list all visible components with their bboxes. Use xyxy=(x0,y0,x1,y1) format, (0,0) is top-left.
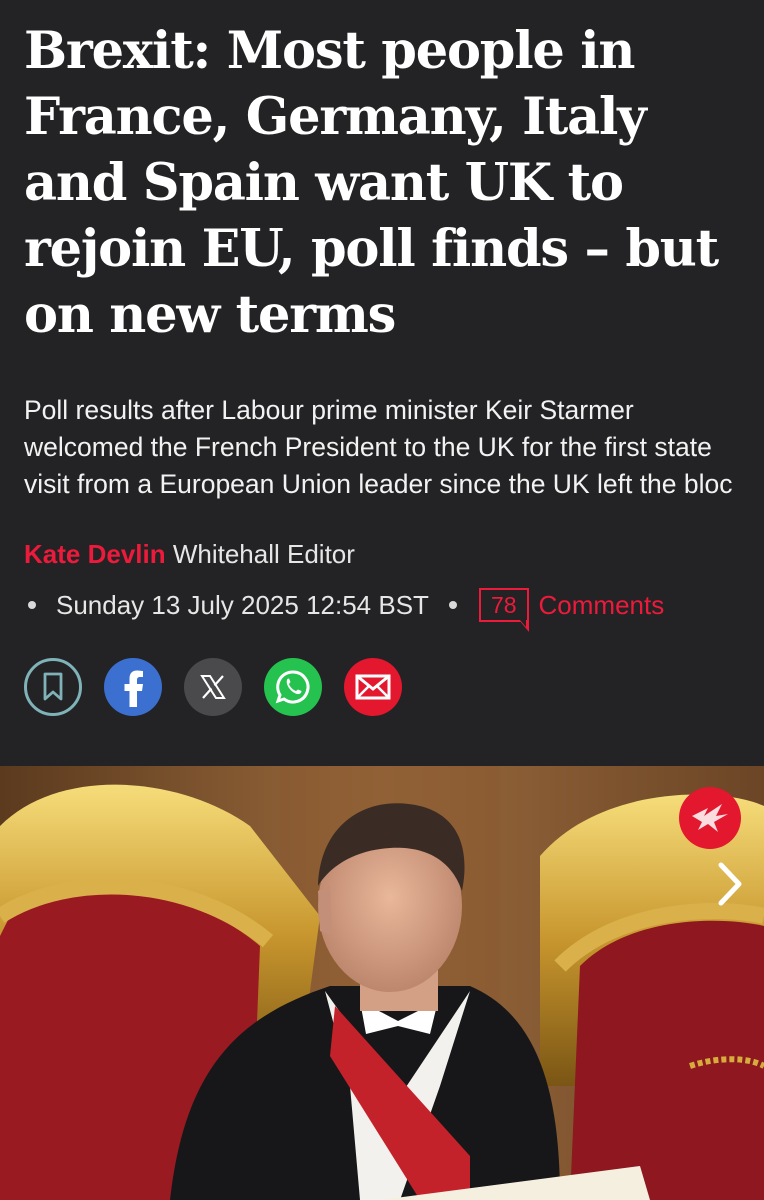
chevron-right-icon xyxy=(718,862,742,906)
comment-count-badge[interactable]: 78 xyxy=(478,588,529,632)
x-share-button[interactable] xyxy=(184,658,242,716)
article-header: Brexit: Most people in France, Germany, … xyxy=(0,0,764,716)
whatsapp-share-button[interactable] xyxy=(264,658,322,716)
bookmark-icon xyxy=(43,672,63,701)
publish-date: Sunday 13 July 2025 12:54 BST xyxy=(56,589,429,620)
email-icon xyxy=(355,674,391,700)
author-role: Whitehall Editor xyxy=(172,539,355,569)
x-icon xyxy=(200,675,226,699)
article-standfirst: Poll results after Labour prime minister… xyxy=(24,395,733,499)
facebook-share-button[interactable] xyxy=(104,658,162,716)
hero-photo xyxy=(0,766,764,1200)
hero-image[interactable] xyxy=(0,766,764,1200)
share-bar xyxy=(24,658,742,716)
byline: Kate Devlin Whitehall Editor xyxy=(24,539,742,570)
whatsapp-icon xyxy=(275,670,310,704)
separator-dot xyxy=(28,601,36,609)
comments-link[interactable]: Comments xyxy=(539,590,665,621)
facebook-icon xyxy=(124,670,143,707)
email-share-button[interactable] xyxy=(344,658,402,716)
next-image-button[interactable] xyxy=(696,836,764,932)
author-link[interactable]: Kate Devlin xyxy=(24,539,166,569)
article-meta: Sunday 13 July 2025 12:54 BST 78 Comment… xyxy=(24,588,742,632)
bookmark-button[interactable] xyxy=(24,658,82,716)
article-headline: Brexit: Most people in France, Germany, … xyxy=(24,21,719,345)
separator-dot xyxy=(448,601,457,609)
